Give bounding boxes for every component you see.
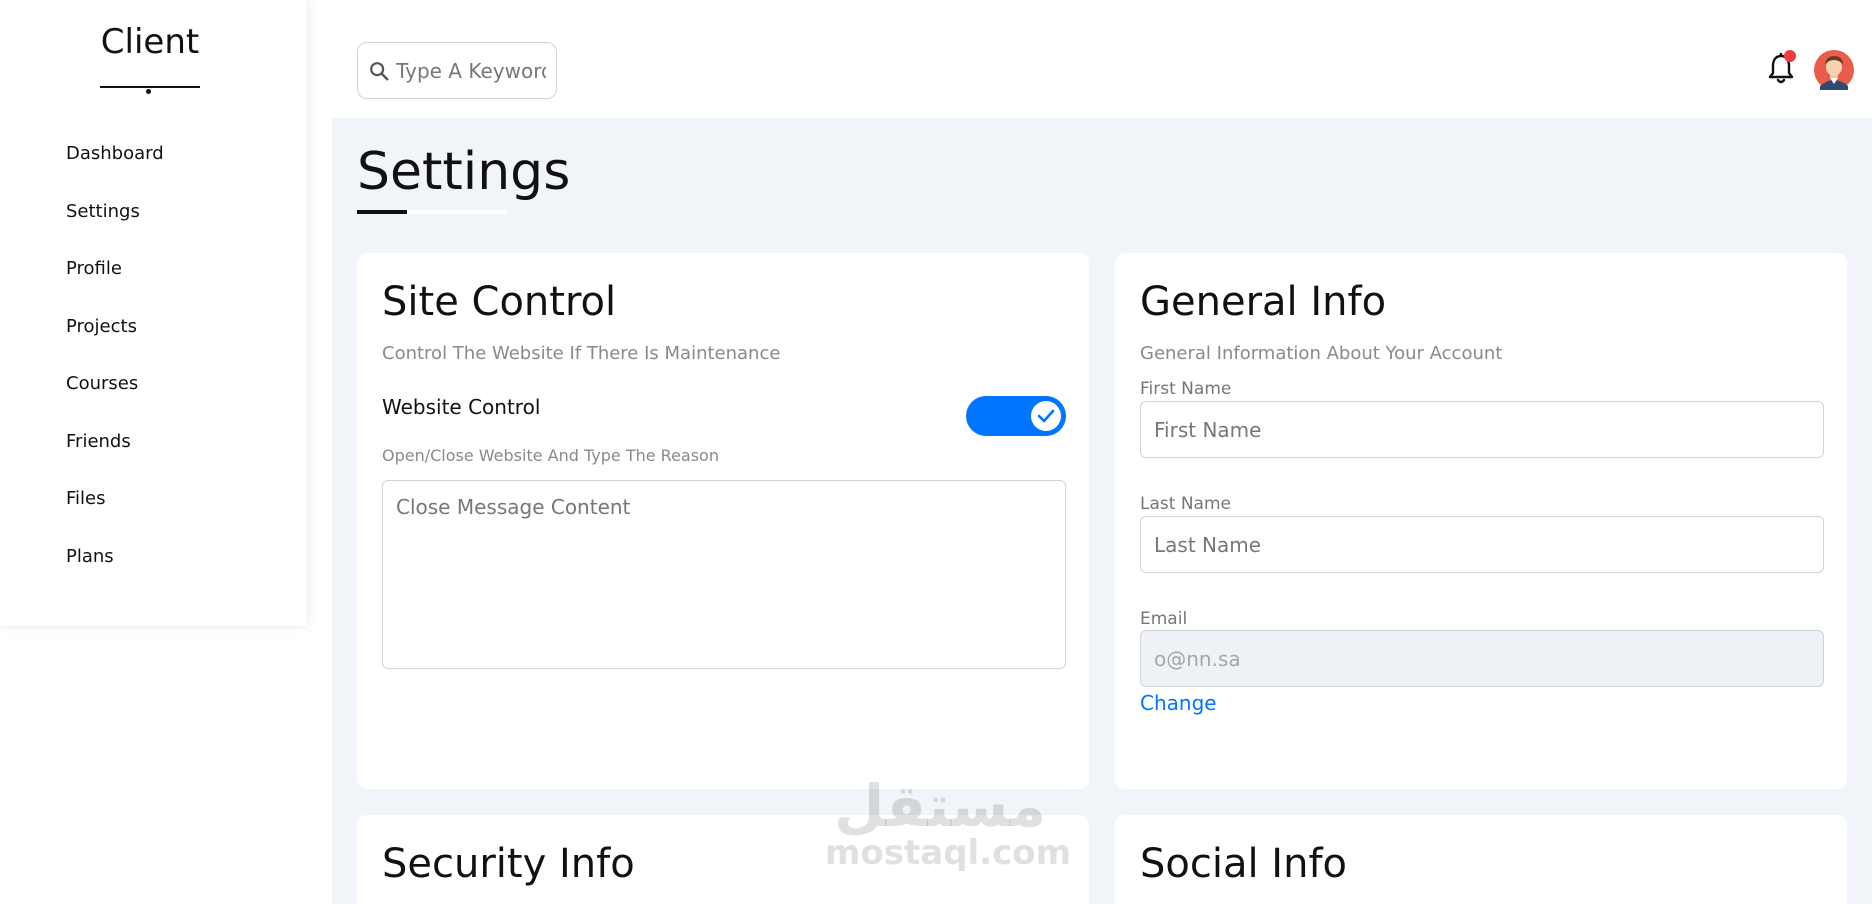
close-message-textarea[interactable] bbox=[382, 480, 1066, 669]
security-info-card: Security Info bbox=[357, 815, 1089, 904]
sidebar-item-settings[interactable]: Settings bbox=[50, 189, 164, 247]
sidebar-item-projects[interactable]: Projects bbox=[50, 304, 164, 362]
sidebar-item-plans[interactable]: Plans bbox=[50, 534, 164, 592]
last-name-field[interactable] bbox=[1140, 516, 1824, 573]
sidebar: Client Dashboard Settings Profile Projec… bbox=[0, 0, 307, 626]
title-underline bbox=[357, 210, 407, 214]
card-title: Site Control bbox=[382, 279, 617, 325]
first-name-field[interactable] bbox=[1140, 401, 1824, 458]
last-name-label: Last Name bbox=[1140, 494, 1231, 514]
brand-divider bbox=[100, 86, 200, 88]
card-title: General Info bbox=[1140, 279, 1387, 325]
site-control-card: Site Control Control The Website If Ther… bbox=[357, 253, 1089, 789]
email-label: Email bbox=[1140, 609, 1188, 629]
toggle-knob bbox=[1031, 401, 1061, 431]
brand-title: Client bbox=[100, 22, 200, 62]
top-header bbox=[307, 0, 1872, 118]
reason-label: Open/Close Website And Type The Reason bbox=[382, 446, 719, 465]
email-field bbox=[1140, 630, 1824, 687]
notification-badge bbox=[1784, 50, 1796, 62]
sidebar-item-dashboard[interactable]: Dashboard bbox=[50, 131, 164, 189]
sidebar-item-profile[interactable]: Profile bbox=[50, 246, 164, 304]
card-title: Security Info bbox=[382, 841, 635, 887]
brand-divider-dot bbox=[146, 89, 151, 94]
search-icon bbox=[370, 61, 389, 80]
first-name-label: First Name bbox=[1140, 379, 1232, 399]
website-control-toggle[interactable] bbox=[966, 396, 1066, 436]
sidebar-item-courses[interactable]: Courses bbox=[50, 361, 164, 419]
search-box[interactable] bbox=[357, 42, 557, 99]
general-info-card: General Info General Information About Y… bbox=[1115, 253, 1847, 789]
sidebar-item-files[interactable]: Files bbox=[50, 476, 164, 534]
sidebar-item-friends[interactable]: Friends bbox=[50, 419, 164, 477]
check-icon bbox=[1037, 409, 1055, 423]
main-content: Settings Site Control Control The Websit… bbox=[332, 118, 1872, 904]
change-email-link[interactable]: Change bbox=[1140, 691, 1217, 715]
search-input[interactable] bbox=[396, 58, 546, 83]
app-root: Client Dashboard Settings Profile Projec… bbox=[0, 0, 1872, 904]
sidebar-nav: Dashboard Settings Profile Projects Cour… bbox=[50, 131, 164, 591]
avatar[interactable] bbox=[1814, 50, 1854, 90]
website-control-label: Website Control bbox=[382, 395, 541, 419]
social-info-card: Social Info bbox=[1115, 815, 1847, 904]
card-subtitle: General Information About Your Account bbox=[1140, 343, 1503, 364]
title-underline-light bbox=[407, 210, 507, 214]
page-title: Settings bbox=[357, 142, 571, 202]
card-title: Social Info bbox=[1140, 841, 1348, 887]
card-subtitle: Control The Website If There Is Maintena… bbox=[382, 343, 781, 364]
